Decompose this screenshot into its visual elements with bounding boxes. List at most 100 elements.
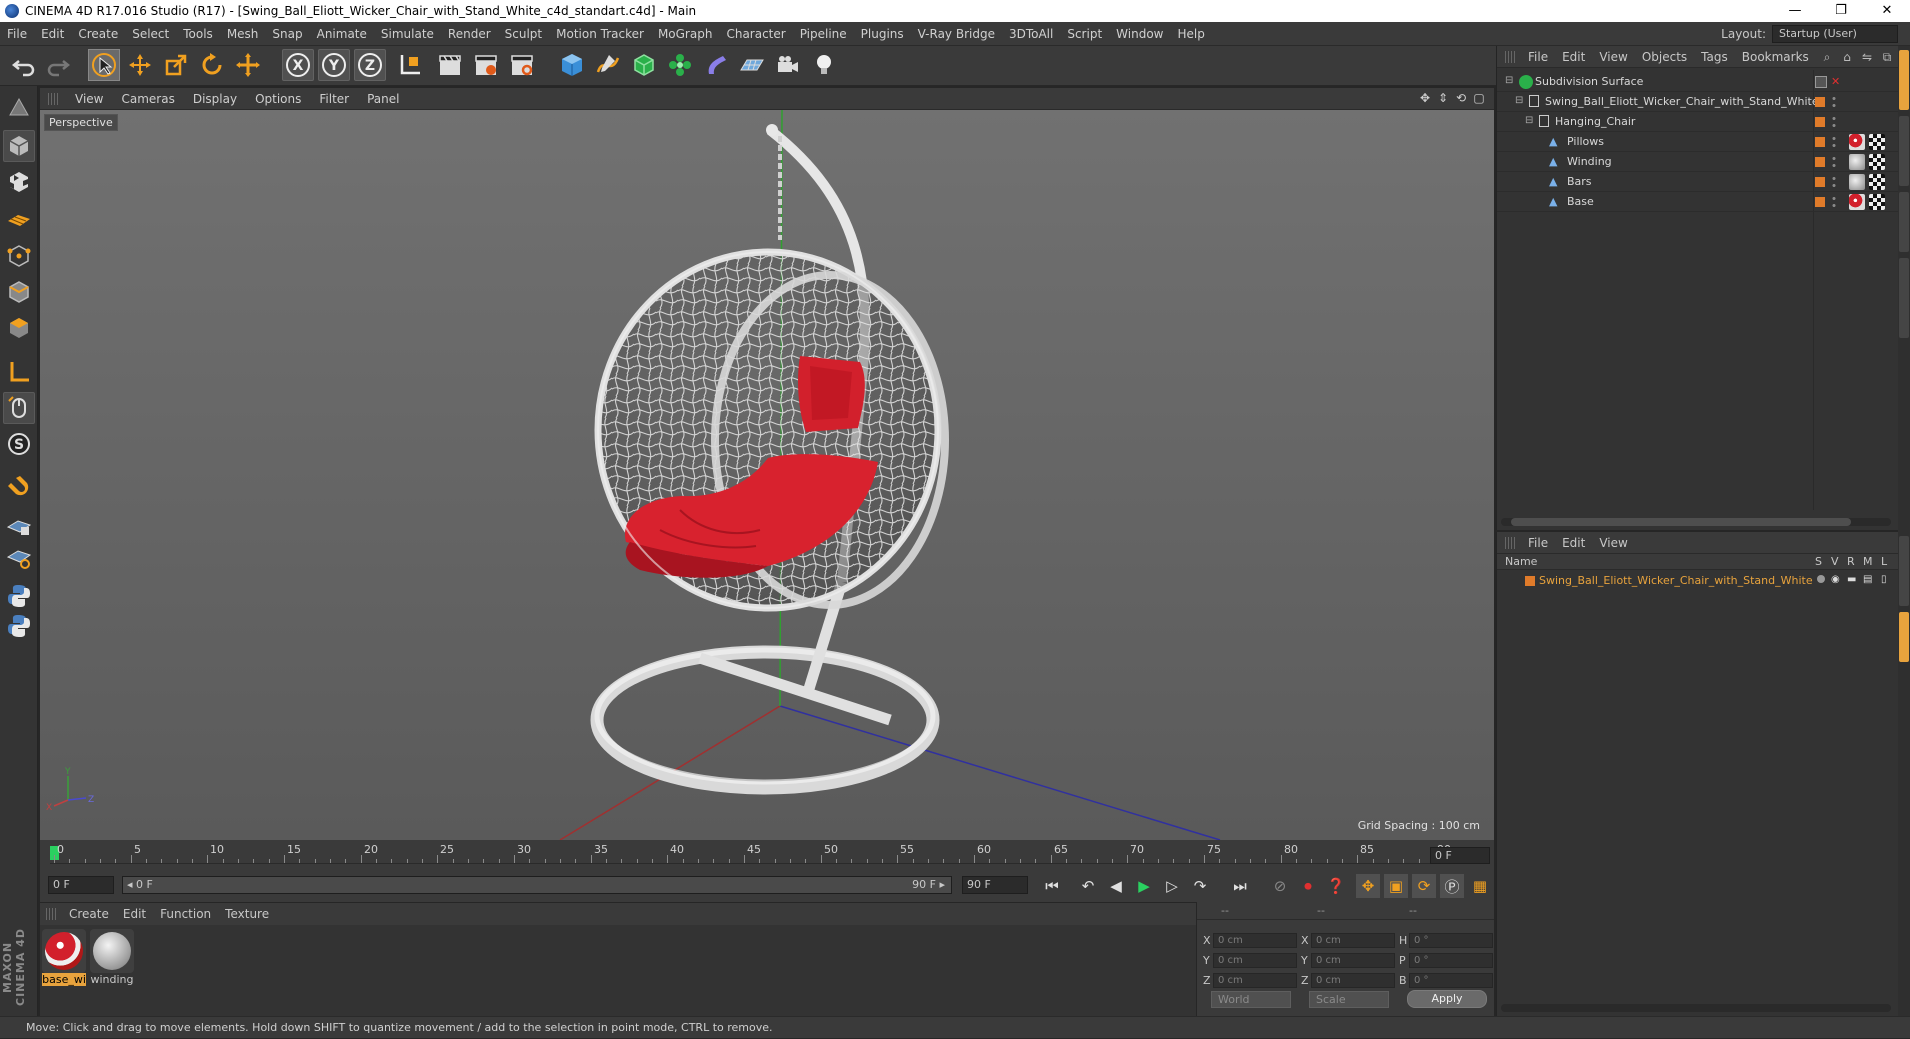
panel-grip-icon[interactable] <box>1505 50 1515 63</box>
menu-motion-tracker[interactable]: Motion Tracker <box>549 27 651 41</box>
visibility-dots-icon[interactable] <box>1831 155 1837 169</box>
restore-button[interactable]: ❐ <box>1818 0 1864 22</box>
material-swatch-winding[interactable]: winding <box>90 929 134 989</box>
key-rotation-toggle[interactable]: ⟳ <box>1412 874 1436 898</box>
objects-menu-objects[interactable]: Objects <box>1635 50 1694 64</box>
material-menu-edit[interactable]: Edit <box>116 907 153 921</box>
link-icon[interactable]: ⇋ <box>1860 50 1874 64</box>
timeline-ruler[interactable]: 051015202530354045505560657075808590 <box>50 842 1451 864</box>
objects-menu-edit[interactable]: Edit <box>1555 50 1592 64</box>
object-row-swing-ball[interactable]: ⊟ Swing_Ball_Eliott_Wicker_Chair_with_St… <box>1497 92 1899 112</box>
camera-object-button[interactable] <box>772 49 804 81</box>
material-menu-create[interactable]: Create <box>62 907 116 921</box>
column-name[interactable]: Name <box>1505 555 1537 568</box>
menu-simulate[interactable]: Simulate <box>374 27 441 41</box>
rotate-tool[interactable] <box>196 49 228 81</box>
material-tag-icon[interactable] <box>1849 174 1865 190</box>
deformer-button[interactable] <box>700 49 732 81</box>
current-frame-field[interactable]: 0 F <box>1430 847 1490 864</box>
object-row-winding[interactable]: ▲ Winding <box>1497 152 1899 172</box>
make-editable-button[interactable] <box>3 92 35 124</box>
workplane-mode-button[interactable] <box>3 202 35 234</box>
menu-mesh[interactable]: Mesh <box>220 27 266 41</box>
object-row-subdivision-surface[interactable]: ⊟ Subdivision Surface ✕ <box>1497 72 1899 92</box>
axis-mode-button[interactable] <box>3 356 35 388</box>
transform-tool[interactable] <box>232 49 264 81</box>
column-manager[interactable]: M <box>1863 555 1873 568</box>
cube-primitive-button[interactable] <box>556 49 588 81</box>
render-view-button[interactable] <box>434 49 466 81</box>
go-to-end-button[interactable]: ⏭ <box>1228 874 1252 898</box>
end-frame-field[interactable]: 90 F <box>962 876 1028 894</box>
layer-color-swatch[interactable] <box>1815 177 1825 187</box>
autokey-button[interactable]: ⏺ <box>1296 874 1320 898</box>
position-z-field[interactable]: 0 cm <box>1213 973 1297 988</box>
viewport-maximize-icon[interactable]: ▢ <box>1472 91 1486 105</box>
panel-grip-icon[interactable] <box>46 908 56 920</box>
visibility-dots-icon[interactable] <box>1831 115 1837 129</box>
go-to-start-button[interactable]: ⏮ <box>1040 874 1064 898</box>
viewport-menu-panel[interactable]: Panel <box>358 92 408 106</box>
start-frame-field[interactable]: 0 F <box>48 876 114 894</box>
uvw-tag-icon[interactable] <box>1869 154 1885 170</box>
menu-snap[interactable]: Snap <box>265 27 309 41</box>
column-locked[interactable]: L <box>1881 555 1887 568</box>
mograph-cloner-button[interactable] <box>664 49 696 81</box>
menu-render[interactable]: Render <box>441 27 498 41</box>
lock-icon[interactable]: ▯ <box>1881 574 1887 585</box>
render-clapper-icon[interactable]: ▬ <box>1847 574 1856 585</box>
layers-menu-edit[interactable]: Edit <box>1555 536 1592 550</box>
polygons-mode-button[interactable] <box>3 312 35 344</box>
key-parameter-toggle[interactable]: Ⓟ <box>1440 874 1464 898</box>
visibility-dots-icon[interactable] <box>1831 95 1837 109</box>
size-y-field[interactable]: 0 cm <box>1311 953 1395 968</box>
magnet-snap-button[interactable] <box>3 472 35 504</box>
takes-side-tab[interactable] <box>1899 116 1909 186</box>
preview-range-slider[interactable]: ◂ 0 F 90 F ▸ <box>122 876 952 894</box>
uvw-tag-icon[interactable] <box>1869 174 1885 190</box>
snapping-button[interactable]: S <box>3 428 35 460</box>
size-mode-select[interactable]: Scale <box>1309 991 1389 1008</box>
apply-button[interactable]: Apply <box>1407 990 1487 1008</box>
object-manager-scrollbar[interactable] <box>1501 518 1891 526</box>
rotation-p-field[interactable]: 0 ° <box>1409 953 1493 968</box>
menu-help[interactable]: Help <box>1170 27 1211 41</box>
new-window-icon[interactable]: ⧉ <box>1880 50 1894 64</box>
collapse-icon[interactable]: ⊟ <box>1515 95 1529 109</box>
object-row-bars[interactable]: ▲ Bars <box>1497 172 1899 192</box>
python-script-1-button[interactable] <box>3 580 35 612</box>
menu-animate[interactable]: Animate <box>310 27 374 41</box>
column-visible[interactable]: V <box>1831 555 1839 568</box>
model-mode-button[interactable] <box>3 130 35 162</box>
live-selection-tool[interactable] <box>88 49 120 81</box>
layer-color-swatch[interactable] <box>1815 197 1825 207</box>
keyframe-selection-button[interactable]: ❓ <box>1324 874 1348 898</box>
layer-manager-scrollbar[interactable] <box>1501 1004 1891 1012</box>
menu-character[interactable]: Character <box>719 27 792 41</box>
texture-mode-button[interactable] <box>3 166 35 198</box>
viewport-menu-view[interactable]: View <box>66 92 112 106</box>
key-scale-toggle[interactable]: ▣ <box>1384 874 1408 898</box>
layer-color-swatch[interactable] <box>1525 576 1535 586</box>
coordinate-mode-select[interactable]: World <box>1211 991 1291 1008</box>
menu-mograph[interactable]: MoGraph <box>651 27 720 41</box>
column-solo[interactable]: S <box>1815 555 1822 568</box>
rotation-h-field[interactable]: 0 ° <box>1409 933 1493 948</box>
redo-button[interactable] <box>42 49 74 81</box>
visibility-dots-icon[interactable] <box>1831 175 1837 189</box>
previous-frame-button[interactable]: ◀ <box>1104 874 1128 898</box>
menu-tools[interactable]: Tools <box>176 27 220 41</box>
layer-row[interactable]: Swing_Ball_Eliott_Wicker_Chair_with_Stan… <box>1497 572 1899 590</box>
menu-vray-bridge[interactable]: V-Ray Bridge <box>911 27 1002 41</box>
menu-select[interactable]: Select <box>125 27 176 41</box>
collapse-icon[interactable]: ⊟ <box>1525 115 1539 129</box>
next-key-button[interactable]: ↷ <box>1188 874 1212 898</box>
minimize-button[interactable]: — <box>1772 0 1818 22</box>
material-tag-icon[interactable] <box>1849 134 1865 150</box>
layer-color-swatch[interactable] <box>1815 137 1825 147</box>
tweak-mode-button[interactable] <box>3 392 35 424</box>
object-row-hanging-chair[interactable]: ⊟ Hanging_Chair <box>1497 112 1899 132</box>
edges-mode-button[interactable] <box>3 276 35 308</box>
search-icon[interactable]: ⌕ <box>1820 50 1834 64</box>
material-tag-icon[interactable] <box>1849 194 1865 210</box>
